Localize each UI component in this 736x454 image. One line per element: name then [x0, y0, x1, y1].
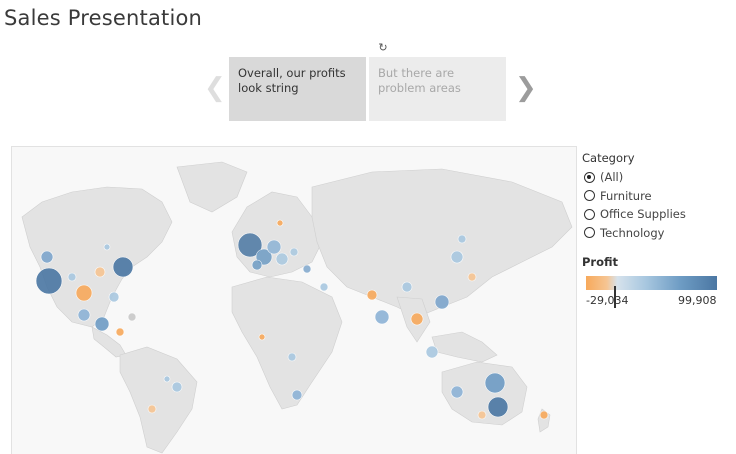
map-marker — [289, 247, 299, 257]
filter-option-technology[interactable]: Technology — [582, 224, 732, 243]
map-marker — [484, 372, 506, 394]
map-marker — [115, 327, 125, 337]
map-marker — [112, 256, 134, 278]
map-marker — [40, 250, 54, 264]
map-marker — [477, 410, 487, 420]
profit-legend-title: Profit — [582, 255, 619, 269]
map-marker — [450, 385, 464, 399]
map-marker — [147, 404, 157, 414]
map-marker — [401, 281, 413, 293]
story-point-2[interactable]: But there are problem areas — [369, 57, 506, 121]
story-point-label: But there are problem areas — [378, 66, 461, 95]
category-filter: Category (All) Furniture Office Supplies… — [582, 151, 732, 242]
radio-icon[interactable] — [584, 190, 595, 202]
map-marker — [266, 239, 282, 255]
profit-color-scale — [586, 276, 717, 290]
map-marker — [425, 345, 439, 359]
map-marker — [374, 309, 390, 325]
category-filter-title: Category — [582, 151, 635, 165]
filter-option-label: Technology — [600, 225, 665, 240]
map-marker — [163, 375, 171, 383]
map-marker — [258, 333, 266, 341]
radio-selected-icon[interactable] — [584, 171, 595, 183]
map-marker — [94, 316, 110, 332]
map-marker — [77, 308, 91, 322]
map-marker — [450, 250, 464, 264]
map-marker — [35, 267, 63, 295]
map-marker — [319, 282, 329, 292]
map-marker — [434, 294, 450, 310]
map-marker — [410, 312, 424, 326]
map-marker — [251, 259, 263, 271]
map-marker — [171, 381, 183, 393]
map-canvas — [12, 147, 576, 454]
map-marker — [75, 284, 93, 302]
profit-min-label: -29,034 — [586, 294, 629, 307]
filter-option-label: (All) — [600, 170, 624, 185]
chevron-left-icon[interactable]: ❮ — [204, 74, 226, 102]
map-marker — [302, 264, 312, 274]
map-marker — [103, 243, 111, 251]
chevron-right-icon[interactable]: ❯ — [515, 74, 537, 102]
map-marker — [366, 289, 378, 301]
story-point-1[interactable]: Overall, our profits look string — [229, 57, 366, 121]
map-marker — [287, 352, 297, 362]
map-marker — [67, 272, 77, 282]
map-marker — [276, 219, 284, 227]
filter-option-label: Office Supplies — [600, 207, 686, 222]
map-marker — [539, 410, 549, 420]
filter-option-furniture[interactable]: Furniture — [582, 187, 732, 206]
map-marker — [291, 389, 303, 401]
reload-icon[interactable]: ↻ — [377, 42, 389, 54]
map-marker — [467, 272, 477, 282]
radio-icon[interactable] — [584, 227, 595, 239]
profit-max-label: 99,908 — [678, 294, 717, 307]
map-marker — [94, 266, 106, 278]
filter-option-label: Furniture — [600, 188, 652, 203]
world-map[interactable] — [11, 146, 577, 454]
map-marker — [275, 252, 289, 266]
story-point-label: Overall, our profits look string — [238, 66, 346, 95]
map-marker — [487, 396, 509, 418]
map-marker — [127, 312, 137, 322]
filter-option-all[interactable]: (All) — [582, 168, 732, 187]
filter-option-office-supplies[interactable]: Office Supplies — [582, 205, 732, 224]
radio-icon[interactable] — [584, 208, 595, 220]
map-marker — [457, 234, 467, 244]
map-marker — [108, 291, 120, 303]
page-title: Sales Presentation — [4, 6, 203, 30]
